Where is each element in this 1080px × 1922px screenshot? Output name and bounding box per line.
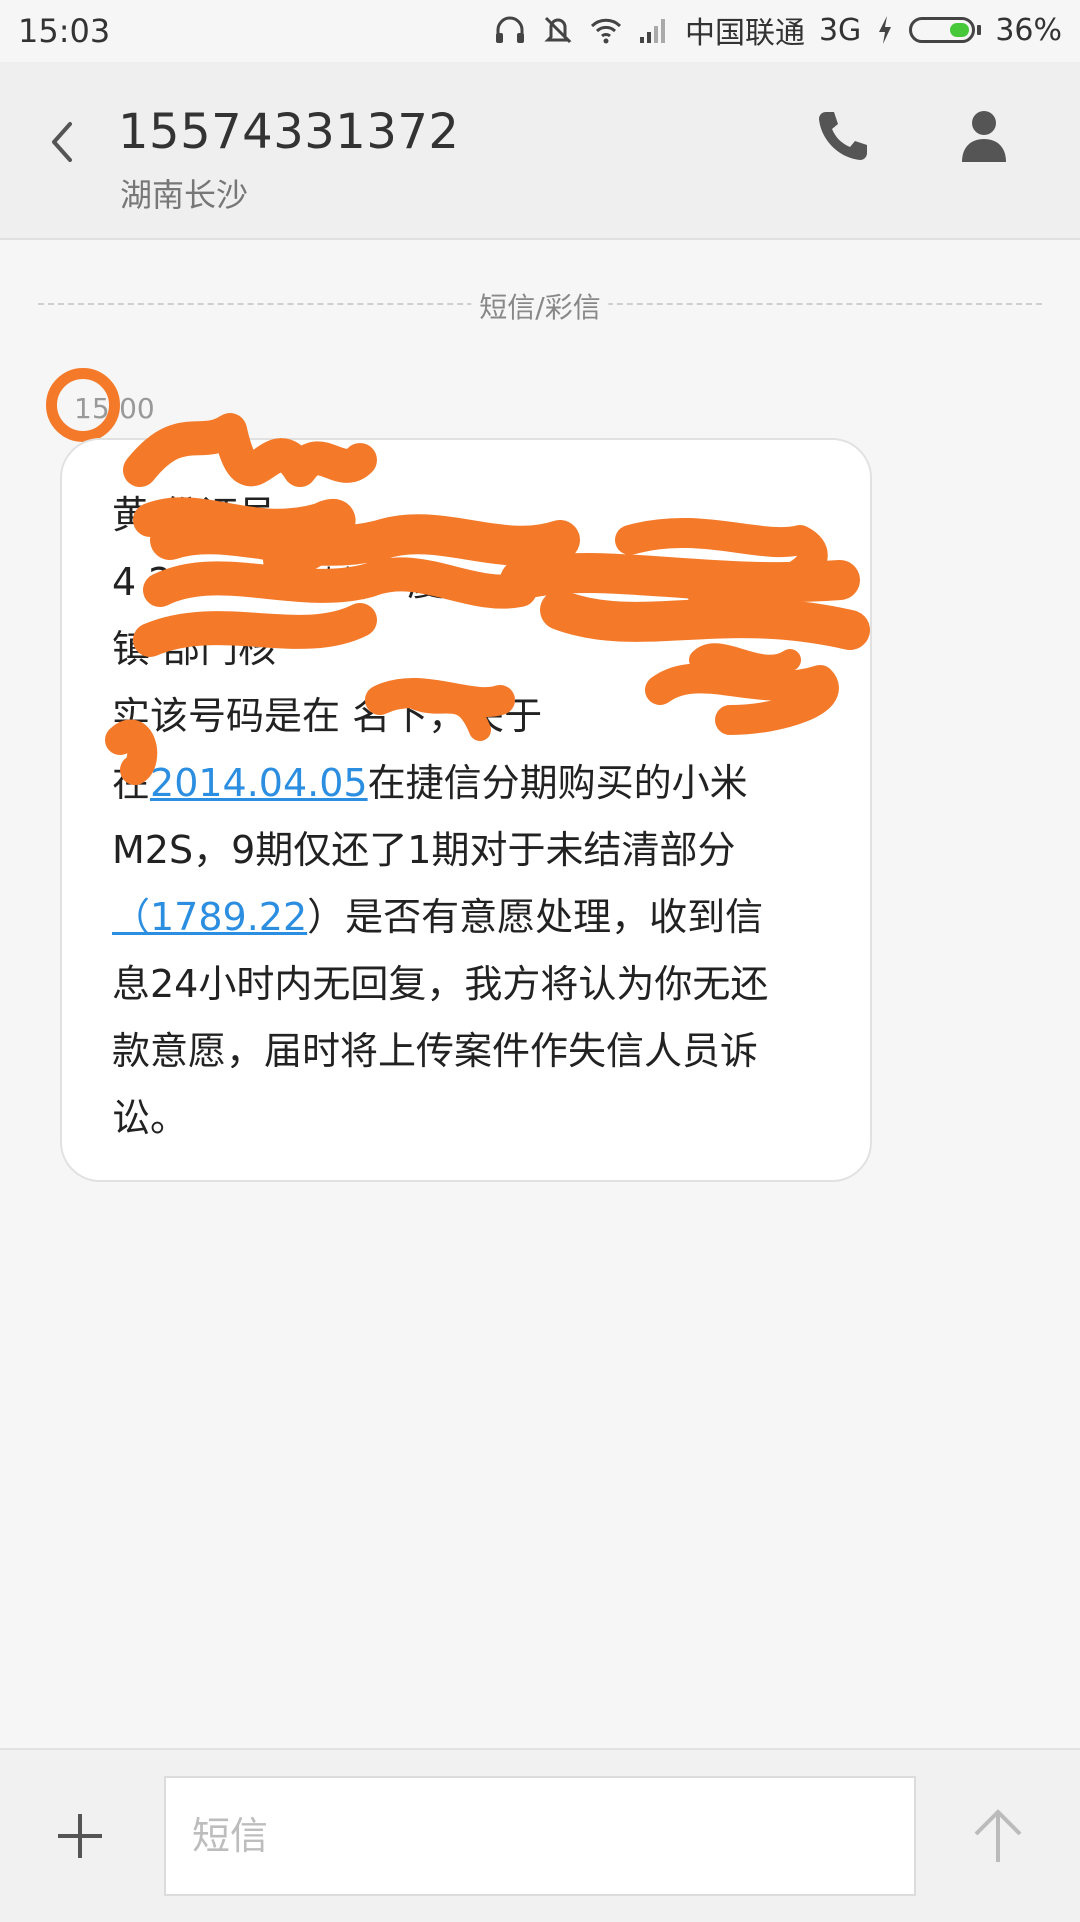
message-line: 4 221 24****， 厦 — [112, 560, 446, 604]
status-icons: 中国联通 3G 36% — [493, 10, 1062, 51]
contact-location: 湖南长沙 — [120, 176, 249, 214]
contact-number: 15574331372 — [118, 104, 460, 160]
wifi-icon — [590, 18, 622, 44]
status-bar: 15:03 中国联通 3G 36% — [0, 0, 1080, 62]
message-line: 款意愿，届时将上传案件作失信人员诉 — [112, 1029, 759, 1073]
conversation-header: 15574331372 湖南长沙 — [0, 62, 1080, 240]
divider-label: 短信/彩信 — [471, 286, 609, 326]
message-composer — [0, 1748, 1080, 1922]
network-type: 3G — [818, 12, 862, 48]
carrier-label: 中国联通 — [684, 16, 805, 51]
message-type-divider: 短信/彩信 — [38, 282, 1042, 326]
plus-icon[interactable] — [52, 1808, 108, 1864]
signal-icon — [639, 19, 665, 43]
battery-level — [950, 23, 970, 37]
headphones-icon — [495, 16, 524, 43]
message-line: 在2014.04.05在捷信分期购买的小米 — [112, 761, 748, 805]
message-body: 黄 份证号 4 221 24****， 厦 镇 部门核 实该号码是在 名下，关于… — [112, 482, 842, 1152]
message-line: 讼。 — [112, 1096, 189, 1140]
message-line: （1789.22）是否有意愿处理，收到信 — [112, 895, 764, 939]
message-line: 实该号码是在 名下，关于 — [112, 694, 543, 738]
message-input[interactable] — [164, 1776, 916, 1896]
phone-icon[interactable] — [812, 106, 872, 166]
message-bubble[interactable]: 黄 份证号 4 221 24****， 厦 镇 部门核 实该号码是在 名下，关于… — [60, 438, 872, 1182]
chevron-left-icon[interactable] — [40, 102, 90, 182]
person-icon[interactable] — [958, 106, 1010, 166]
message-line: 镇 部门核 — [112, 627, 277, 671]
battery-icon — [909, 17, 982, 43]
charging-icon — [879, 16, 892, 44]
message-line: M2S，9期仅还了1期对于未结清部分 — [112, 828, 736, 872]
arrow-up-icon[interactable] — [968, 1804, 1028, 1868]
message-line: 息24小时内无回复，我方将认为你无还 — [112, 962, 769, 1006]
annotation-circle — [46, 368, 120, 442]
battery-percent: 36% — [995, 12, 1062, 48]
message-line: 黄 份证号 — [112, 493, 277, 537]
amount-link[interactable]: （1789.22 — [112, 895, 307, 939]
mute-icon — [544, 16, 572, 44]
status-time: 15:03 — [18, 12, 111, 50]
date-link[interactable]: 2014.04.05 — [150, 761, 368, 805]
